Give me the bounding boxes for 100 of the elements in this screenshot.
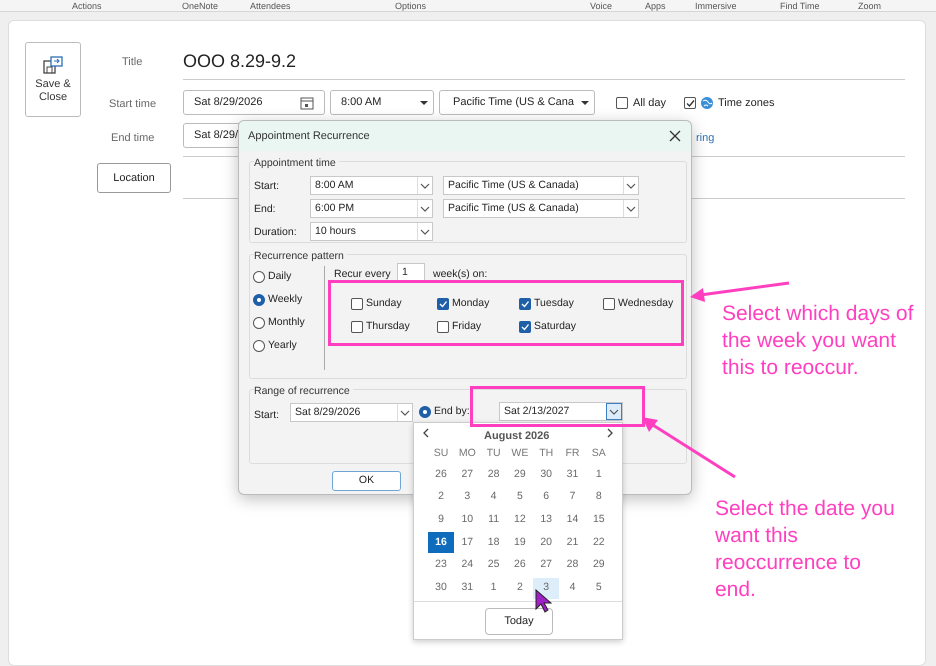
- checkbox[interactable]: [603, 298, 615, 310]
- calendar-day[interactable]: 26: [428, 464, 454, 485]
- number-field[interactable]: 1: [397, 263, 425, 281]
- dialog-title: Appointment Recurrence: [248, 128, 370, 144]
- weekday-label: SU: [432, 446, 450, 461]
- field-label: week(s) on:: [433, 268, 488, 280]
- calendar-day[interactable]: 3: [454, 486, 480, 508]
- checkbox[interactable]: [616, 97, 628, 110]
- timezone-dropdown[interactable]: Pacific Time (US & Canada): [443, 199, 639, 218]
- calendar-day[interactable]: 28: [480, 464, 507, 485]
- title-field[interactable]: OOO 8.29-9.2: [183, 48, 296, 75]
- time-dropdown[interactable]: 10 hours: [310, 222, 433, 241]
- calendar-day[interactable]: 19: [506, 532, 533, 554]
- checkbox-label: Tuesday: [534, 296, 574, 311]
- calendar-day[interactable]: 9: [428, 509, 454, 530]
- calendar-day[interactable]: 15: [586, 509, 612, 530]
- calendar-day[interactable]: 31: [454, 578, 480, 598]
- save-close-button[interactable]: Save & Close: [25, 42, 81, 117]
- checkbox[interactable]: [437, 320, 449, 333]
- date-field[interactable]: Sat 8/29/2026: [183, 90, 325, 115]
- month-title: August 2026: [484, 429, 550, 444]
- calendar-day[interactable]: 2: [428, 486, 454, 508]
- calendar-day[interactable]: 24: [454, 554, 480, 576]
- calendar-day[interactable]: 23: [428, 554, 454, 576]
- ribbon-group-label: Immersive: [695, 1, 737, 11]
- check-icon: [438, 298, 448, 309]
- time-dropdown[interactable]: 6:00 PM: [310, 199, 433, 218]
- radio-label: Monthly: [268, 315, 305, 330]
- close-icon: [669, 130, 681, 142]
- calendar-day[interactable]: 18: [480, 532, 507, 554]
- checkbox-label: Sunday: [366, 296, 402, 311]
- ok-button[interactable]: OK: [332, 471, 401, 491]
- calendar-day[interactable]: 21: [560, 532, 586, 554]
- calendar-day[interactable]: 14: [560, 509, 586, 530]
- calendar-day[interactable]: 30: [533, 464, 560, 485]
- field-label: Start:: [254, 179, 280, 194]
- radio-button[interactable]: [253, 294, 265, 306]
- calendar-day[interactable]: 22: [586, 532, 612, 554]
- checkbox[interactable]: [437, 298, 449, 310]
- checkbox[interactable]: [351, 320, 363, 333]
- checkbox-label: Monday: [452, 296, 490, 311]
- calendar-day[interactable]: 12: [506, 509, 533, 530]
- calendar-day[interactable]: 8: [586, 486, 612, 508]
- calendar-day[interactable]: 29: [586, 554, 612, 576]
- calendar-day[interactable]: 1: [480, 578, 507, 598]
- field-label: End time: [111, 131, 154, 146]
- calendar-day[interactable]: 13: [533, 509, 560, 530]
- ribbon-group-label: OneNote: [182, 1, 218, 11]
- calendar-day[interactable]: 27: [454, 464, 480, 485]
- calendar-day[interactable]: 16: [428, 532, 454, 554]
- timezone-dropdown[interactable]: Pacific Time (US & Canada): [443, 176, 639, 195]
- time-dropdown[interactable]: 8:00 AM: [330, 90, 434, 115]
- calendar-day[interactable]: 4: [560, 578, 586, 598]
- calendar-day[interactable]: 11: [480, 509, 507, 530]
- field-label: Duration:: [254, 225, 297, 240]
- time-dropdown[interactable]: 8:00 AM: [310, 176, 433, 195]
- ribbon-group-label: Attendees: [250, 1, 291, 11]
- timezone-dropdown[interactable]: Pacific Time (US & Cana: [439, 90, 595, 115]
- calendar-day[interactable]: 3: [533, 578, 560, 598]
- ribbon-group-label: Voice: [590, 1, 612, 11]
- radio-button[interactable]: [253, 316, 265, 329]
- calendar-day[interactable]: 17: [454, 532, 480, 554]
- checkbox[interactable]: [519, 320, 531, 333]
- calendar-day[interactable]: 7: [560, 486, 586, 508]
- field-label: Start:: [254, 408, 280, 423]
- calendar-day[interactable]: 30: [428, 578, 454, 598]
- calendar-day[interactable]: 5: [506, 486, 533, 508]
- checkbox-label: Saturday: [534, 319, 576, 334]
- calendar-day[interactable]: 4: [480, 486, 507, 508]
- date-dropdown[interactable]: Sat 2/13/2027: [499, 402, 623, 421]
- calendar-day[interactable]: 10: [454, 509, 480, 530]
- calendar-day[interactable]: 31: [560, 464, 586, 485]
- calendar-day[interactable]: 29: [506, 464, 533, 485]
- radio-label: Daily: [268, 269, 292, 284]
- calendar-day[interactable]: 28: [560, 554, 586, 576]
- recurrence-link[interactable]: ring: [696, 130, 714, 146]
- location-button[interactable]: Location: [97, 163, 171, 193]
- check-icon: [685, 98, 695, 108]
- radio-label: End by:: [434, 404, 470, 419]
- calendar-day[interactable]: 25: [480, 554, 507, 576]
- radio-button[interactable]: [419, 406, 431, 418]
- today-button[interactable]: Today: [485, 608, 553, 635]
- date-dropdown[interactable]: Sat 8/29/2026: [290, 403, 413, 422]
- checkbox[interactable]: [519, 298, 531, 310]
- checkbox[interactable]: [351, 298, 363, 310]
- calendar-day[interactable]: 2: [506, 578, 533, 598]
- calendar-day[interactable]: 26: [506, 554, 533, 576]
- calendar-day[interactable]: 5: [586, 578, 612, 598]
- close-button[interactable]: [667, 128, 683, 144]
- checkbox[interactable]: [684, 97, 696, 110]
- ribbon-group-label: Zoom: [858, 1, 882, 11]
- calendar-day[interactable]: 20: [533, 532, 560, 554]
- radio-button[interactable]: [253, 340, 265, 352]
- cursor-icon: [535, 589, 552, 613]
- field-label: Title: [122, 55, 142, 70]
- calendar-day[interactable]: 27: [533, 554, 560, 576]
- calendar-day[interactable]: 6: [533, 486, 560, 508]
- calendar-day[interactable]: 1: [586, 464, 612, 485]
- checkbox-label: Time zones: [718, 96, 774, 111]
- radio-button[interactable]: [253, 270, 265, 283]
